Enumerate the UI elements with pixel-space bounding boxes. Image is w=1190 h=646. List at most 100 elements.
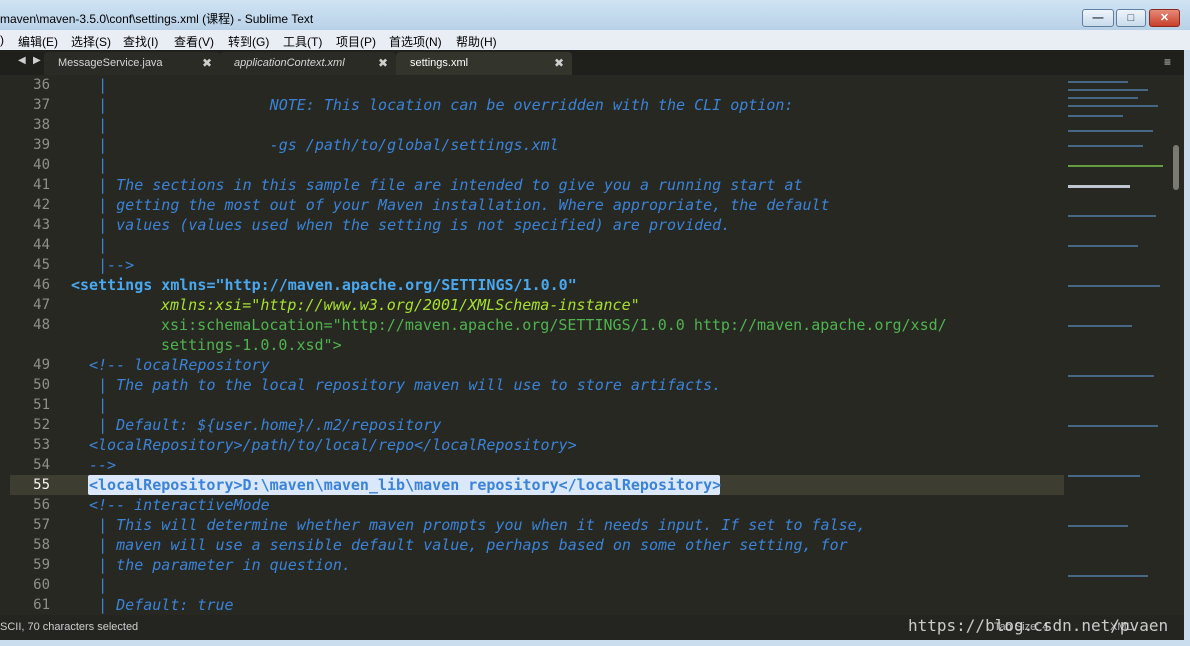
line-number: 38 (33, 117, 50, 133)
code-line-selected[interactable]: <localRepository>D:\maven\maven_lib\mave… (89, 475, 721, 495)
line-number: 46 (33, 277, 50, 293)
minimize-icon: — (1092, 12, 1104, 24)
minimap-line (1068, 245, 1138, 247)
close-tab-icon[interactable]: ✖ (378, 56, 388, 70)
status-selection-info: SCII, 70 characters selected (0, 621, 139, 633)
minimap[interactable] (1064, 75, 1169, 615)
line-number: 42 (33, 197, 50, 213)
line-number: 49 (33, 357, 50, 373)
code-line: | Default: true (71, 596, 234, 614)
line-number: 61 (33, 597, 50, 613)
minimap-line (1068, 375, 1154, 377)
code-line: | getting the most out of your Maven ins… (71, 196, 830, 214)
close-tab-icon[interactable]: ✖ (554, 56, 564, 70)
line-number: 39 (33, 137, 50, 153)
code-line: <!-- interactiveMode (89, 496, 270, 514)
tab-message-service[interactable]: MessageService.java ✖ (44, 52, 220, 75)
line-number: 48 (33, 317, 50, 333)
code-line: | (71, 116, 108, 134)
minimap-line (1068, 165, 1163, 167)
code-line: | The sections in this sample file are i… (71, 176, 803, 194)
close-icon: ✕ (1159, 12, 1170, 24)
line-number: 45 (33, 257, 50, 273)
code-line: | (71, 396, 108, 414)
menu-icon[interactable]: ≡ (1164, 55, 1171, 69)
minimap-line (1068, 105, 1158, 107)
code-line: | This will determine whether maven prom… (71, 516, 866, 534)
line-number: 43 (33, 217, 50, 233)
code-line: | (71, 76, 108, 94)
code-editor[interactable]: 36 37 38 39 40 41 42 43 44 45 46 47 48 4… (0, 75, 1064, 615)
line-number: 54 (33, 457, 50, 473)
code-line-settings-open: <settings xmlns="http://maven.apache.org… (71, 276, 577, 294)
menu-item-preferences[interactable]: 首选项(N) (389, 33, 442, 50)
minimap-selection (1068, 185, 1130, 188)
minimap-line (1068, 425, 1158, 427)
line-number: 41 (33, 177, 50, 193)
menu-item-select[interactable]: 选择(S) (71, 33, 111, 50)
line-number: 56 (33, 497, 50, 513)
code-line: | (71, 576, 108, 594)
window-title: maven\maven-3.5.0\conf\settings.xml (课程)… (0, 12, 314, 26)
tab-label: MessageService.java (58, 57, 163, 69)
minimap-line (1068, 575, 1148, 577)
tab-bar: ◀ ▶ MessageService.java ✖ applicationCon… (0, 50, 1184, 75)
line-number: 44 (33, 237, 50, 253)
code-line: | NOTE: This location can be overridden … (71, 96, 794, 114)
line-number: 60 (33, 577, 50, 593)
close-tab-icon[interactable]: ✖ (202, 56, 212, 70)
scrollbar-thumb[interactable] (1173, 145, 1179, 190)
close-button[interactable]: ✕ (1149, 9, 1180, 27)
line-number: 47 (33, 297, 50, 313)
menu-item-project[interactable]: 项目(P) (336, 33, 376, 50)
code-line: | Default: ${user.home}/.m2/repository (71, 416, 442, 434)
editor-window: ◀ ▶ MessageService.java ✖ applicationCon… (0, 50, 1184, 640)
code-line: | values (values used when the setting i… (71, 216, 731, 234)
code-line: | maven will use a sensible default valu… (71, 536, 848, 554)
tab-application-context[interactable]: applicationContext.xml ✖ (220, 52, 396, 75)
minimap-line (1068, 215, 1156, 217)
minimap-line (1068, 325, 1132, 327)
menu-item-find[interactable]: 查找(I) (123, 33, 158, 50)
line-number: 58 (33, 537, 50, 553)
line-number-current: 55 (33, 477, 50, 493)
settings-tag: settings xmlns="http://maven.apache.org/… (80, 276, 577, 294)
maximize-button[interactable]: □ (1116, 9, 1146, 27)
menu-item-tools[interactable]: 工具(T) (283, 33, 322, 50)
line-number: 40 (33, 157, 50, 173)
code-line: <localRepository>/path/to/local/repo</lo… (89, 436, 577, 454)
menu-item-view[interactable]: 查看(V) (174, 33, 214, 50)
code-line: <!-- localRepository (89, 356, 270, 374)
code-line: | (71, 156, 108, 174)
menu-item-edit[interactable]: 编辑(E) (18, 33, 58, 50)
minimap-line (1068, 130, 1153, 132)
code-line: | -gs /path/to/global/settings.xml (71, 136, 559, 154)
line-number: 57 (33, 517, 50, 533)
line-number: 52 (33, 417, 50, 433)
line-number: 37 (33, 97, 50, 113)
code-line: | the parameter in question. (71, 556, 351, 574)
minimap-line (1068, 97, 1138, 99)
code-line: |--> (71, 256, 135, 274)
forward-icon[interactable]: ▶ (33, 55, 41, 66)
vertical-scrollbar[interactable] (1169, 75, 1184, 615)
code-line: | The path to the local repository maven… (71, 376, 722, 394)
menu-item-help[interactable]: 帮助(H) (456, 33, 497, 50)
minimize-button[interactable]: — (1082, 9, 1114, 27)
maximize-icon: □ (1127, 12, 1135, 24)
watermark: https://blog.csdn.net/pvaen (908, 616, 1169, 635)
minimap-line (1068, 475, 1140, 477)
line-number: 51 (33, 397, 50, 413)
minimap-line (1068, 525, 1128, 527)
tab-settings-xml[interactable]: settings.xml ✖ (396, 52, 572, 75)
menu-bar: ) 编辑(E) 选择(S) 查找(I) 查看(V) 转到(G) 工具(T) 项目… (0, 30, 1190, 50)
menu-item-partial[interactable]: ) (0, 33, 4, 47)
code-line: | (71, 236, 108, 254)
back-icon[interactable]: ◀ (18, 55, 26, 66)
minimap-line (1068, 115, 1123, 117)
title-bar: maven\maven-3.5.0\conf\settings.xml (课程)… (0, 0, 1190, 30)
minimap-line (1068, 145, 1143, 147)
menu-item-goto[interactable]: 转到(G) (228, 33, 269, 50)
minimap-line (1068, 285, 1160, 287)
code-line: --> (89, 456, 117, 474)
